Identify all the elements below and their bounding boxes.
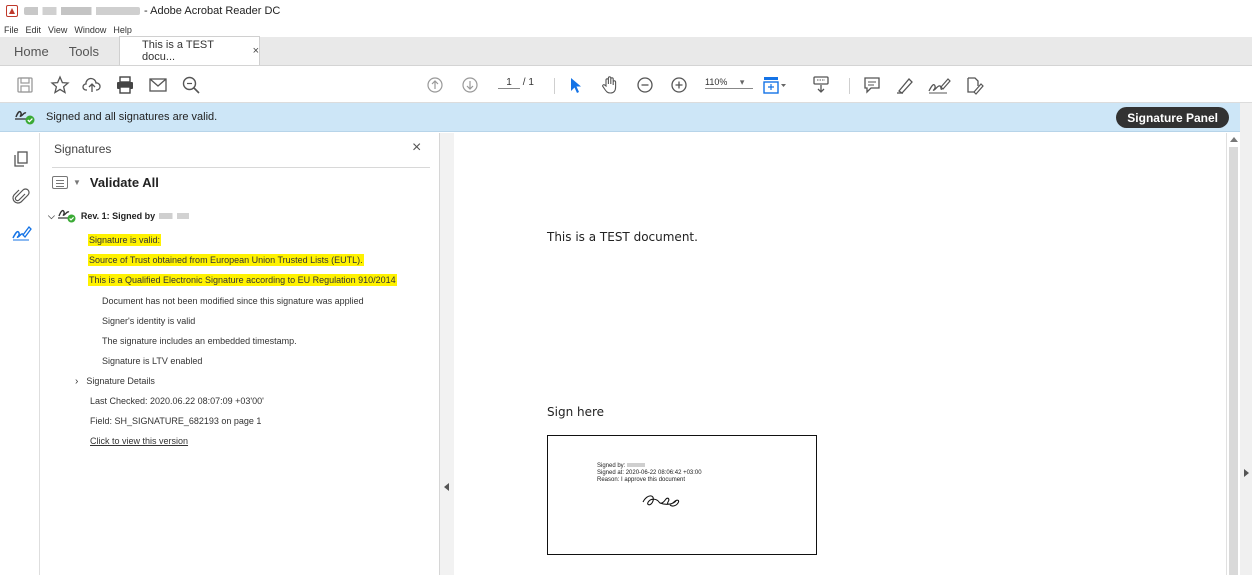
options-menu-icon[interactable] [52,176,68,189]
zoom-value: 110% [705,77,728,87]
blurred-signer-name [627,463,646,468]
hand-tool-icon[interactable] [601,74,619,96]
document-heading: This is a TEST document. [547,230,698,244]
panel-divider [52,167,430,168]
scroll-up-arrow-icon[interactable] [1230,137,1238,142]
zoom-in-icon[interactable] [670,74,688,96]
stamp-signed-at: Signed at: 2020-06-22 08:06:42 +03:00 [597,470,702,476]
status-line: Signer's identity is valid [102,316,196,326]
stamp-signed-by: Signed by: [597,463,646,469]
blurred-signer-name [159,213,190,219]
last-checked: Last Checked: 2020.06.22 08:07:09 +03'00… [90,396,264,406]
previous-page-icon[interactable] [426,74,444,96]
title-bar: - Adobe Acrobat Reader DC [0,0,1252,22]
chevron-down-icon[interactable]: ▼ [73,178,81,187]
stamp-reason: Reason: I approve this document [597,477,686,483]
signature-status-message: Signed and all signatures are valid. [46,111,218,123]
menu-file[interactable]: File [4,25,19,35]
signature-valid-icon [57,207,77,225]
comment-icon[interactable] [862,74,882,96]
cloud-upload-icon[interactable] [82,74,102,96]
tab-tools[interactable]: Tools [63,37,113,65]
view-version-link[interactable]: Click to view this version [90,436,188,446]
expand-right-pane-arrow-icon[interactable] [1244,469,1249,477]
signature-details-toggle[interactable]: › Signature Details [75,376,155,387]
menu-view[interactable]: View [48,25,67,35]
menu-edit[interactable]: Edit [26,25,42,35]
chevron-down-icon: ▾ [739,77,745,87]
search-icon[interactable] [181,74,201,96]
menu-help[interactable]: Help [113,25,132,35]
email-icon[interactable] [148,74,168,96]
status-line: Signature is LTV enabled [102,356,203,366]
window-title: - Adobe Acrobat Reader DC [144,5,281,17]
collapse-chevron-icon[interactable]: ⌵ [48,211,55,222]
signature-panel-button[interactable]: Signature Panel [1116,107,1229,128]
handwritten-signature [640,488,690,515]
next-page-icon[interactable] [461,74,479,96]
field-info: Field: SH_SIGNATURE_682193 on page 1 [90,416,262,426]
signature-field[interactable]: Signed by: Signed at: 2020-06-22 08:06:4… [547,435,817,555]
signature-revision-row[interactable]: ⌵ Rev. 1: Signed by [48,207,190,225]
page-number-input[interactable]: 1 [498,77,520,89]
collapse-panel-arrow-icon[interactable] [444,483,449,491]
sign-icon[interactable] [927,74,951,96]
signature-status-banner: Signed and all signatures are valid. Sig… [0,103,1240,132]
tab-close-icon[interactable]: × [253,45,259,57]
highlight-pen-icon[interactable] [895,74,915,96]
status-line: The signature includes an embedded times… [102,336,297,346]
status-line: Document has not been modified since thi… [102,296,364,306]
navigation-rail [0,133,40,575]
menu-bar: File Edit View Window Help [0,22,1252,37]
scrollbar-thumb[interactable] [1229,147,1238,575]
main-toolbar: 1 / 1 110% ▾ [0,66,1252,103]
vertical-scrollbar[interactable] [1226,133,1240,575]
page-indicator: 1 / 1 [498,77,534,89]
signature-valid-icon [14,107,36,128]
tab-document-label: This is a TEST docu... [142,39,214,63]
zoom-dropdown[interactable]: 110% ▾ [705,77,753,89]
page-total: / 1 [522,77,534,88]
validate-all-row: ▼ Validate All [52,175,159,190]
attachments-paperclip-icon[interactable] [12,188,30,206]
more-tools-icon[interactable] [963,74,985,96]
bookmark-star-icon[interactable] [50,74,70,96]
print-icon[interactable] [115,74,135,96]
blurred-file-name [24,7,140,15]
page-thumbnails-icon[interactable] [12,150,30,168]
panel-splitter[interactable] [440,133,454,575]
tab-home[interactable]: Home [0,37,63,65]
revision-label: Rev. 1: Signed by [80,211,156,221]
select-tool-icon[interactable] [567,74,583,96]
toolbar-divider [554,78,555,94]
acrobat-app-icon [6,5,18,17]
status-line: Source of Trust obtained from European U… [88,254,364,266]
zoom-out-icon[interactable] [636,74,654,96]
scrolling-mode-icon[interactable] [811,74,831,96]
status-line: This is a Qualified Electronic Signature… [88,274,397,286]
sign-here-label: Sign here [547,405,605,419]
right-pane-toggle[interactable] [1240,103,1252,575]
close-icon[interactable]: × [412,139,421,157]
signatures-pen-icon[interactable] [12,223,32,241]
tab-bar: Home Tools This is a TEST docu... × [0,36,1252,66]
toolbar-divider [849,78,850,94]
panel-title: Signatures [54,142,112,156]
save-icon[interactable] [16,74,34,96]
fit-page-icon[interactable] [762,74,788,96]
validate-all-button[interactable]: Validate All [90,175,159,190]
document-view[interactable]: This is a TEST document. Sign here Signe… [454,133,1226,575]
menu-window[interactable]: Window [74,25,106,35]
status-line: Signature is valid: [88,234,162,246]
tab-document[interactable]: This is a TEST docu... × [119,36,261,65]
chevron-right-icon: › [75,376,79,387]
signatures-panel: Signatures × ▼ Validate All ⌵ Rev. 1: Si… [40,133,440,575]
